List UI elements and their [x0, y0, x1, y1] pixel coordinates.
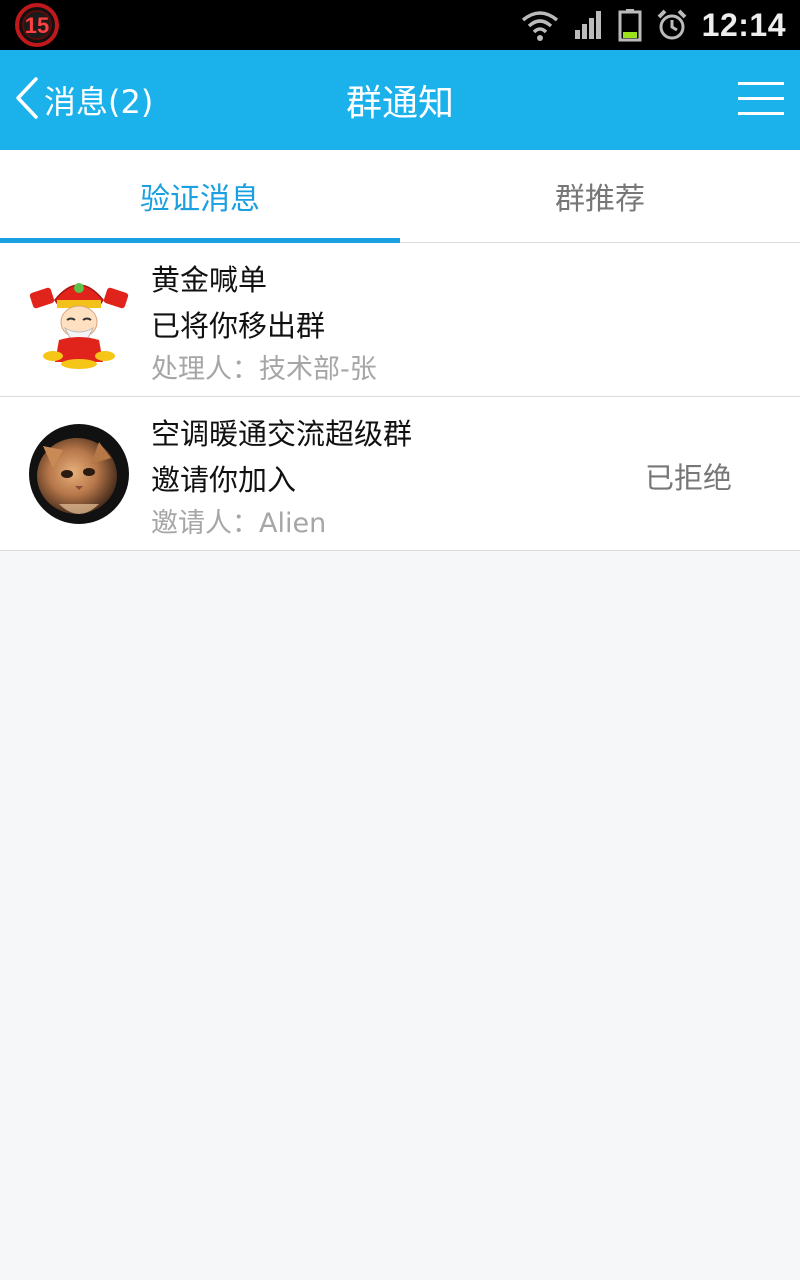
signal-icon	[574, 10, 604, 40]
tab-label: 群推荐	[555, 182, 645, 217]
avatar[interactable]	[29, 424, 129, 524]
status-badge: 已拒绝	[644, 461, 732, 495]
tab-bar: 验证消息 群推荐	[0, 150, 800, 243]
chevron-left-icon	[14, 76, 40, 124]
alarm-icon	[656, 9, 688, 41]
back-button[interactable]: 消息(2)	[14, 50, 153, 150]
inviter-info: 邀请人：Alien	[151, 508, 327, 539]
status-bar: 15 12:14	[0, 0, 800, 50]
tab-recommended-groups[interactable]: 群推荐	[400, 150, 800, 242]
group-name: 黄金喊单	[151, 263, 268, 297]
avatar[interactable]	[29, 270, 129, 370]
notification-action: 已将你移出群	[151, 309, 326, 343]
back-label: 消息(2)	[44, 83, 154, 121]
list-item[interactable]: 空调暖通交流超级群 邀请你加入 邀请人：Alien 已拒绝	[0, 397, 800, 551]
badge-number: 15	[25, 13, 49, 38]
list-item[interactable]: 黄金喊单 已将你移出群 处理人：技术部-张	[0, 243, 800, 397]
handler-info: 处理人：技术部-张	[151, 354, 377, 385]
notification-list: 黄金喊单 已将你移出群 处理人：技术部-张 空调暖通交流超级群 邀请你加入 邀请…	[0, 243, 800, 551]
title-bar: 消息(2) 群通知	[0, 50, 800, 150]
clock: 12:14	[701, 6, 786, 43]
menu-icon[interactable]	[738, 78, 784, 120]
group-name: 空调暖通交流超级群	[151, 417, 413, 451]
notification-action: 邀请你加入	[151, 463, 297, 497]
tab-label: 验证消息	[140, 182, 260, 217]
notification-badge-icon: 15	[14, 2, 60, 48]
battery-icon	[618, 8, 642, 42]
tab-verification[interactable]: 验证消息	[0, 150, 400, 242]
wifi-icon	[520, 8, 560, 42]
